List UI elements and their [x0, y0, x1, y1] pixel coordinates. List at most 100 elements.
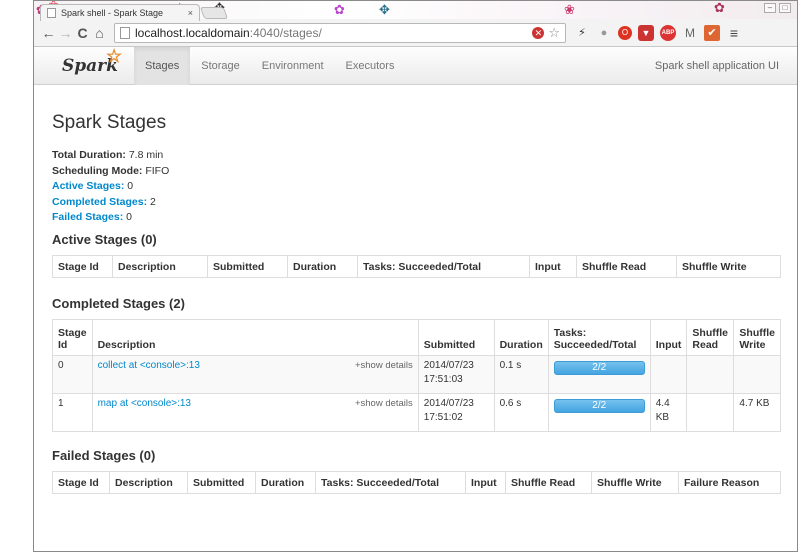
- extension-pocket-icon[interactable]: ▼: [638, 24, 654, 41]
- table-row: 0 collect at <console>:13 +show details …: [52, 354, 781, 393]
- completed-stages-link[interactable]: Completed Stages:: [52, 196, 147, 208]
- stage-duration: 0.6 s: [493, 392, 549, 431]
- stage-summary: Total Duration: 7.8 min Scheduling Mode:…: [52, 148, 779, 226]
- column-header[interactable]: Stage Id: [53, 255, 113, 277]
- active-stages-heading: Active Stages (0): [52, 231, 157, 247]
- column-header[interactable]: Tasks: Succeeded/Total: [357, 255, 530, 277]
- column-header[interactable]: Duration: [493, 319, 549, 355]
- stage-id: 1: [52, 392, 93, 431]
- page-favicon-icon: [47, 8, 56, 18]
- column-header[interactable]: Submitted: [417, 319, 495, 355]
- home-icon[interactable]: ⌂: [91, 24, 108, 42]
- new-tab-button[interactable]: [199, 7, 229, 19]
- bookmark-star-icon[interactable]: ☆: [548, 25, 560, 41]
- extension-globe-icon[interactable]: ●: [596, 25, 612, 41]
- extension-lightning-icon[interactable]: ⚡: [574, 25, 590, 41]
- spark-star-icon: ☆: [106, 45, 123, 67]
- failed-stages-table: Stage Id Description Submitted Duration …: [52, 470, 781, 494]
- stage-shuffle-write: 4.7 KB: [733, 392, 781, 431]
- address-bar[interactable]: localhost.localdomain :4040/stages/ ✕ ☆: [114, 22, 566, 43]
- table-row: 1 map at <console>:13 +show details 2014…: [52, 392, 781, 431]
- stage-submitted: 2014/07/23 17:51:02: [417, 392, 495, 431]
- stage-shuffle-read: [686, 392, 734, 431]
- column-header[interactable]: Description: [91, 319, 419, 355]
- extension-gmail-icon[interactable]: M: [682, 25, 698, 41]
- stage-duration: 0.1 s: [493, 354, 549, 393]
- completed-stages-count: 2: [150, 195, 156, 208]
- total-duration-value: 7.8 min: [128, 149, 164, 161]
- active-stages-link[interactable]: Active Stages:: [52, 180, 124, 192]
- reload-icon[interactable]: C: [74, 24, 91, 42]
- stage-input: [649, 354, 687, 393]
- column-header[interactable]: Tasks: Succeeded/Total: [315, 471, 466, 493]
- tab-environment[interactable]: Environment: [251, 47, 335, 85]
- maximize-icon[interactable]: □: [779, 3, 791, 13]
- page-title: Spark Stages: [52, 112, 167, 133]
- url-path: :4040/stages/: [249, 25, 322, 40]
- column-header[interactable]: Submitted: [187, 471, 256, 493]
- browser-window: ✿ ❀ ★ ✥ ✿ ✥ ❀ ✿ Spark shell - Spark Stag…: [33, 0, 798, 552]
- extension-opera-icon[interactable]: O: [618, 25, 632, 40]
- column-header[interactable]: Shuffle Write: [591, 471, 679, 493]
- browser-titlebar: ✿ ❀ ★ ✥ ✿ ✥ ❀ ✿ Spark shell - Spark Stag…: [34, 0, 797, 21]
- table-header-row: Stage Id Description Submitted Duration …: [53, 319, 781, 355]
- table-header-row: Stage Id Description Submitted Duration …: [53, 471, 781, 493]
- column-header[interactable]: Input: [529, 255, 577, 277]
- stage-input: 4.4 KB: [649, 392, 687, 431]
- menu-icon[interactable]: ≡: [726, 25, 742, 41]
- column-header[interactable]: Stage Id: [53, 471, 110, 493]
- column-header[interactable]: Description: [109, 471, 188, 493]
- stop-icon[interactable]: ✕: [532, 26, 545, 39]
- column-header[interactable]: Shuffle Read: [686, 319, 734, 355]
- column-header[interactable]: Input: [465, 471, 506, 493]
- back-arrow-icon[interactable]: ←: [40, 24, 57, 42]
- column-header[interactable]: Failure Reason: [678, 471, 781, 493]
- browser-toolbar: ← → C ⌂ localhost.localdomain :4040/stag…: [34, 19, 797, 47]
- show-details-link[interactable]: +show details: [355, 359, 413, 373]
- column-header[interactable]: Shuffle Read: [505, 471, 592, 493]
- column-header[interactable]: Duration: [287, 255, 358, 277]
- table-header-row: Stage Id Description Submitted Duration …: [53, 255, 781, 277]
- completed-stages-table: Stage Id Description Submitted Duration …: [52, 318, 781, 432]
- stage-description: map at <console>:13 +show details: [91, 392, 419, 431]
- column-header[interactable]: Submitted: [207, 255, 288, 277]
- spark-navbar: Spark ☆ Stages Storage Environment Execu…: [34, 46, 797, 85]
- column-header[interactable]: Shuffle Write: [676, 255, 781, 277]
- tasks-progress-bar: 2/2: [553, 398, 645, 413]
- column-header[interactable]: Duration: [255, 471, 316, 493]
- tab-storage[interactable]: Storage: [190, 47, 251, 85]
- column-header[interactable]: Stage Id: [53, 319, 93, 355]
- column-header[interactable]: Shuffle Write: [733, 319, 781, 355]
- show-details-link[interactable]: +show details: [355, 397, 413, 411]
- extension-adblock-icon[interactable]: ABP: [660, 24, 676, 41]
- column-header[interactable]: Tasks: Succeeded/Total: [547, 319, 651, 355]
- column-header[interactable]: Shuffle Read: [576, 255, 677, 277]
- stage-description-link[interactable]: map at <console>:13: [98, 398, 191, 409]
- tab-title: Spark shell - Spark Stage: [61, 8, 164, 18]
- stage-shuffle-write: [733, 354, 781, 393]
- active-stages-table: Stage Id Description Submitted Duration …: [52, 254, 781, 278]
- tasks-progress-bar: 2/2: [553, 360, 645, 375]
- column-header[interactable]: Description: [112, 255, 208, 277]
- page-content: Spark Stages Total Duration: 7.8 min Sch…: [34, 112, 797, 494]
- browser-tab[interactable]: Spark shell - Spark Stage ×: [40, 4, 200, 21]
- column-header[interactable]: Input: [649, 319, 687, 355]
- scheduling-mode-label: Scheduling Mode:: [52, 164, 143, 177]
- tab-executors[interactable]: Executors: [335, 47, 406, 85]
- app-name: Spark shell application UI: [654, 59, 779, 72]
- stage-tasks: 2/2: [547, 392, 651, 431]
- stage-description: collect at <console>:13 +show details: [91, 354, 419, 393]
- failed-stages-heading: Failed Stages (0): [52, 447, 156, 463]
- spark-logo[interactable]: Spark ☆: [34, 46, 122, 76]
- failed-stages-count: 0: [126, 211, 132, 223]
- stage-shuffle-read: [686, 354, 734, 393]
- minimize-icon[interactable]: –: [764, 3, 776, 13]
- extension-check-icon[interactable]: ✔: [704, 24, 720, 41]
- page-icon: [120, 26, 130, 39]
- stage-description-link[interactable]: collect at <console>:13: [98, 360, 200, 371]
- failed-stages-link[interactable]: Failed Stages:: [52, 211, 123, 223]
- flower-decoration-icon: ✿: [714, 0, 725, 15]
- tab-stages[interactable]: Stages: [134, 46, 191, 85]
- forward-arrow-icon[interactable]: →: [57, 24, 74, 42]
- tab-close-icon[interactable]: ×: [188, 8, 193, 18]
